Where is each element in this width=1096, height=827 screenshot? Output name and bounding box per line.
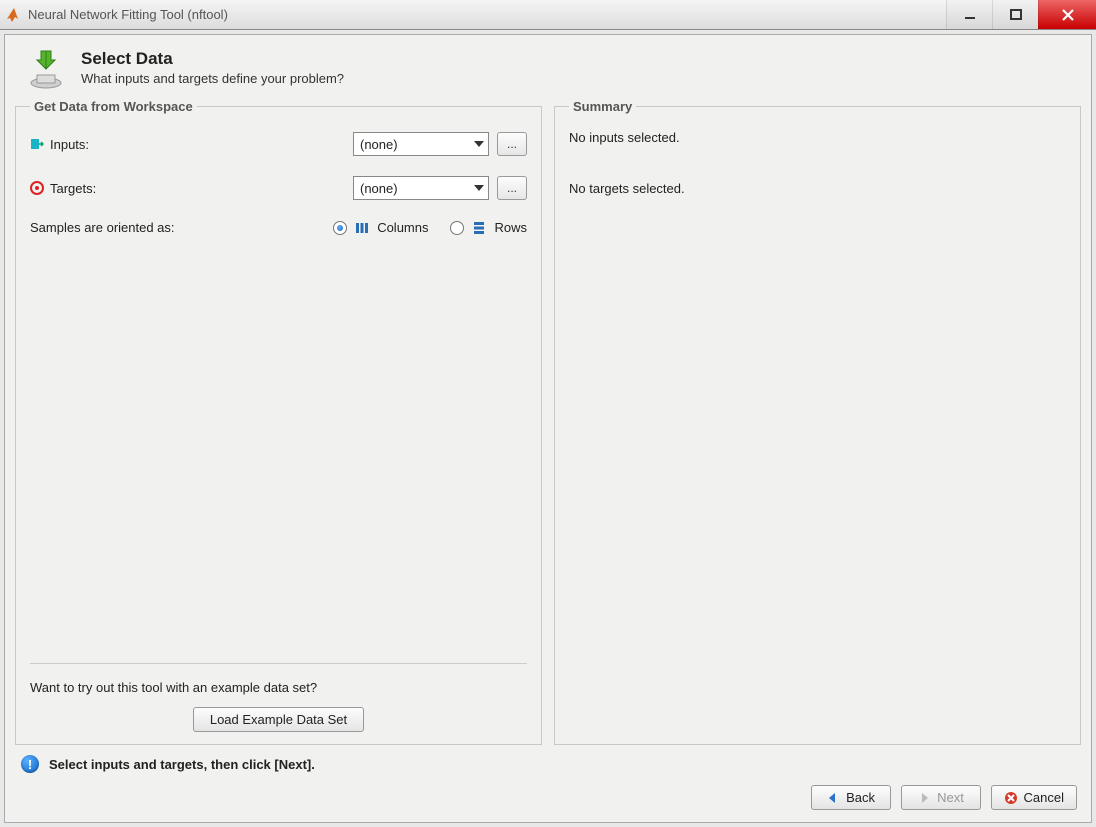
rows-radio[interactable] xyxy=(450,221,464,235)
targets-label: Targets: xyxy=(50,181,96,196)
page-subtitle: What inputs and targets define your prob… xyxy=(81,71,344,86)
targets-browse-button[interactable]: ... xyxy=(497,176,527,200)
chevron-down-icon xyxy=(474,185,484,191)
orientation-row: Samples are oriented as: Columns Rows xyxy=(30,220,527,235)
inputs-row: Inputs: (none) ... xyxy=(30,132,527,156)
orientation-label: Samples are oriented as: xyxy=(30,220,175,235)
example-section: Want to try out this tool with an exampl… xyxy=(30,663,527,732)
targets-select[interactable]: (none) xyxy=(353,176,489,200)
columns-icon xyxy=(355,221,369,235)
back-button[interactable]: Back xyxy=(811,785,891,810)
inputs-icon xyxy=(30,137,44,151)
window-frame: Select Data What inputs and targets defi… xyxy=(4,34,1092,823)
summary-no-targets: No targets selected. xyxy=(569,181,1066,196)
targets-icon xyxy=(30,181,44,195)
minimize-button[interactable] xyxy=(946,0,992,29)
inputs-select[interactable]: (none) xyxy=(353,132,489,156)
summary-legend: Summary xyxy=(569,99,636,114)
window-title: Neural Network Fitting Tool (nftool) xyxy=(28,7,946,22)
page-header: Select Data What inputs and targets defi… xyxy=(5,35,1091,99)
titlebar: Neural Network Fitting Tool (nftool) xyxy=(0,0,1096,30)
status-bar: ! Select inputs and targets, then click … xyxy=(5,745,1091,777)
summary-no-inputs: No inputs selected. xyxy=(569,130,1066,145)
get-data-group: Get Data from Workspace Inputs: (none) .… xyxy=(15,99,542,745)
status-message: Select inputs and targets, then click [N… xyxy=(49,757,315,772)
get-data-legend: Get Data from Workspace xyxy=(30,99,197,114)
load-example-button[interactable]: Load Example Data Set xyxy=(193,707,364,732)
matlab-logo-icon xyxy=(6,7,22,23)
arrow-right-icon xyxy=(917,791,931,805)
inputs-label: Inputs: xyxy=(50,137,89,152)
select-data-icon xyxy=(25,49,67,91)
chevron-down-icon xyxy=(474,141,484,147)
columns-radio-label: Columns xyxy=(377,220,428,235)
next-button-label: Next xyxy=(937,790,964,805)
cancel-button[interactable]: Cancel xyxy=(991,785,1077,810)
columns-radio[interactable] xyxy=(333,221,347,235)
targets-row: Targets: (none) ... xyxy=(30,176,527,200)
cancel-icon xyxy=(1004,791,1018,805)
cancel-button-label: Cancel xyxy=(1024,790,1064,805)
example-prompt: Want to try out this tool with an exampl… xyxy=(30,680,527,695)
inputs-browse-button[interactable]: ... xyxy=(497,132,527,156)
back-button-label: Back xyxy=(846,790,875,805)
targets-select-value: (none) xyxy=(360,181,398,196)
maximize-button[interactable] xyxy=(992,0,1038,29)
window-buttons xyxy=(946,0,1096,29)
summary-group: Summary No inputs selected. No targets s… xyxy=(554,99,1081,745)
inputs-select-value: (none) xyxy=(360,137,398,152)
rows-icon xyxy=(472,221,486,235)
page-title: Select Data xyxy=(81,49,344,69)
rows-radio-label: Rows xyxy=(494,220,527,235)
info-icon: ! xyxy=(21,755,39,773)
wizard-nav: Back Next Cancel xyxy=(5,777,1091,822)
close-button[interactable] xyxy=(1038,0,1096,29)
main-area: Get Data from Workspace Inputs: (none) .… xyxy=(5,99,1091,745)
arrow-left-icon xyxy=(826,791,840,805)
next-button[interactable]: Next xyxy=(901,785,981,810)
